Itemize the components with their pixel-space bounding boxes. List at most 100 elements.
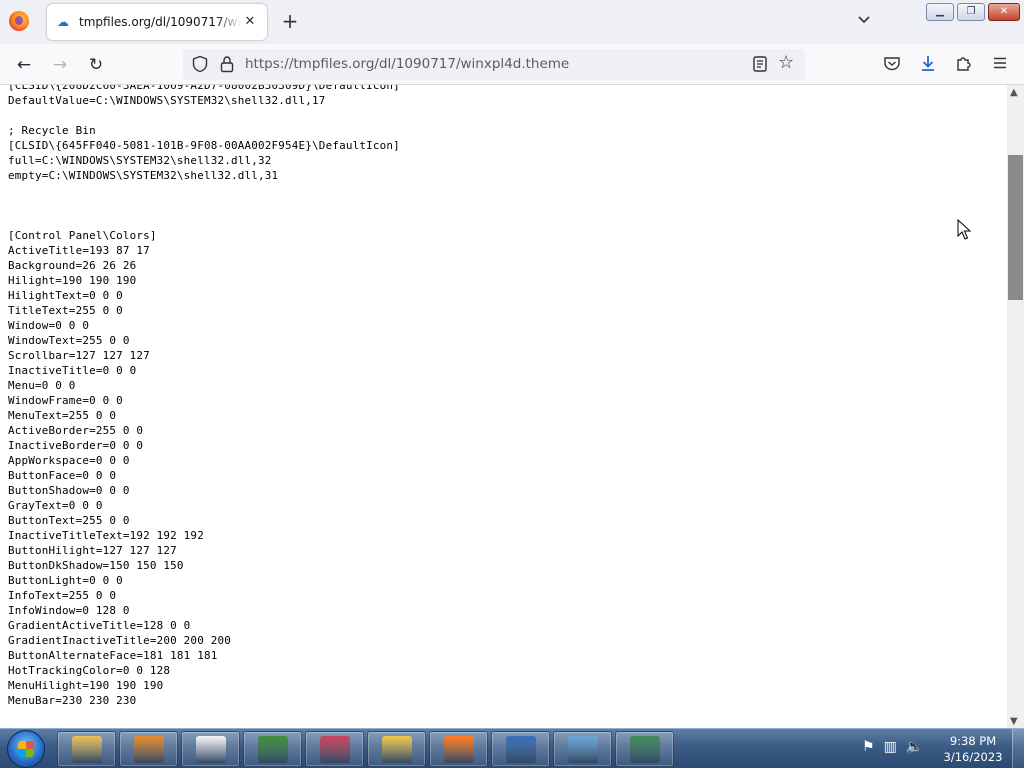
text-line: GradientActiveTitle=128 0 0: [8, 619, 191, 632]
text-line: GrayText=0 0 0: [8, 499, 103, 512]
close-tab-icon[interactable]: ✕: [241, 13, 259, 31]
tracking-protection-shield-icon[interactable]: [191, 55, 209, 73]
extensions-icon[interactable]: [953, 54, 975, 76]
navigation-toolbar: ← → ↻ https://tmpfiles.org/dl/1090717/wi…: [0, 44, 1024, 85]
show-desktop-button[interactable]: [1012, 729, 1024, 769]
reader-view-icon[interactable]: [751, 55, 769, 73]
text-line: empty=C:\WINDOWS\SYSTEM32\shell32.dll,31: [8, 169, 279, 182]
text-line: WindowText=255 0 0: [8, 334, 130, 347]
reload-button[interactable]: ↻: [84, 53, 108, 77]
taskbar-button-control-panel[interactable]: [553, 731, 612, 767]
media-player-icon: [134, 736, 164, 763]
text-line: ButtonFace=0 0 0: [8, 469, 117, 482]
url-bar[interactable]: https://tmpfiles.org/dl/1090717/winxpl4d…: [183, 49, 805, 80]
pocket-icon[interactable]: [881, 54, 903, 76]
text-line: Scrollbar=127 127 127: [8, 349, 150, 362]
text-line: full=C:\WINDOWS\SYSTEM32\shell32.dll,32: [8, 154, 272, 167]
text-line: ActiveTitle=193 87 17: [8, 244, 150, 257]
text-line: Menu=0 0 0: [8, 379, 76, 392]
tab-active[interactable]: ☁ tmpfiles.org/dl/1090717/winxpl4d.theme…: [47, 4, 267, 40]
text-line: Window=0 0 0: [8, 319, 90, 332]
download-icon[interactable]: [917, 54, 939, 76]
clock[interactable]: 9:38 PM 3/16/2023: [940, 733, 1006, 765]
plain-text-document: [CLSID\{208D2C60-3AEA-1069-A2D7-08002B30…: [8, 85, 400, 708]
text-line: ButtonShadow=0 0 0: [8, 484, 130, 497]
text-line: WindowFrame=0 0 0: [8, 394, 123, 407]
text-line: [8, 183, 400, 198]
tab-title: tmpfiles.org/dl/1090717/winxpl4d.theme: [79, 15, 241, 29]
control-panel-icon: [568, 736, 598, 763]
clock-date: 3/16/2023: [943, 750, 1003, 764]
csharp-icon: [258, 736, 288, 763]
mouse-cursor-icon: [957, 219, 971, 240]
text-line: [8, 213, 400, 228]
taskbar-button-explorer[interactable]: [57, 731, 116, 767]
text-line: ButtonAlternateFace=181 181 181: [8, 649, 218, 662]
taskbar-button-firefox[interactable]: [429, 731, 488, 767]
text-line: ButtonLight=0 0 0: [8, 574, 123, 587]
text-line: MenuBar=230 230 230: [8, 694, 137, 707]
url-text[interactable]: https://tmpfiles.org/dl/1090717/winxpl4d…: [245, 56, 569, 72]
system-tray: ⚑ ▥ 🔈: [862, 739, 923, 759]
text-line: AppWorkspace=0 0 0: [8, 454, 130, 467]
new-tab-button[interactable]: +: [279, 10, 301, 34]
close-window-button[interactable]: ✕: [988, 3, 1020, 21]
forward-button[interactable]: →: [48, 53, 72, 77]
text-line: MenuText=255 0 0: [8, 409, 117, 422]
taskbar-button-display[interactable]: [491, 731, 550, 767]
folder-icon: [72, 736, 102, 763]
monitor-icon: [506, 736, 536, 763]
text-line: InfoWindow=0 128 0: [8, 604, 130, 617]
text-line: ButtonHilight=127 127 127: [8, 544, 177, 557]
document-icon: [196, 736, 226, 763]
vertical-scrollbar[interactable]: ▲ ▼: [1007, 85, 1024, 728]
chevron-down-icon: [858, 16, 870, 24]
text-line: InactiveBorder=0 0 0: [8, 439, 144, 452]
pocket-shape: [884, 57, 900, 71]
firefox-logo-icon[interactable]: [9, 11, 29, 31]
text-line: [Control Panel\Colors]: [8, 229, 157, 242]
text-line: TitleText=255 0 0: [8, 304, 123, 317]
text-line: InfoText=255 0 0: [8, 589, 117, 602]
help-icon: [382, 736, 412, 763]
text-line: HotTrackingColor=0 0 128: [8, 664, 171, 677]
clock-time: 9:38 PM: [949, 734, 997, 748]
taskbar-button-snipping-tool[interactable]: [305, 731, 364, 767]
start-button[interactable]: [7, 730, 45, 768]
maximize-button[interactable]: ❐: [957, 3, 985, 21]
firefox-icon: [444, 736, 474, 763]
page-content: [CLSID\{208D2C60-3AEA-1069-A2D7-08002B30…: [0, 85, 1007, 728]
flag-icon[interactable]: ⚑: [862, 739, 875, 759]
taskbar-button-help[interactable]: [367, 731, 426, 767]
text-line: Background=26 26 26: [8, 259, 137, 272]
text-line: ; Recycle Bin: [8, 124, 96, 137]
scissors-icon: [320, 736, 350, 763]
scrollbar-thumb[interactable]: [1008, 155, 1023, 300]
network-icon[interactable]: ▥: [884, 739, 897, 759]
text-line: DefaultValue=C:\WINDOWS\SYSTEM32\shell32…: [8, 94, 326, 107]
text-line: MenuHilight=190 190 190: [8, 679, 164, 692]
text-line: [8, 108, 400, 123]
taskbar-button-csharp[interactable]: [243, 731, 302, 767]
text-line: HilightText=0 0 0: [8, 289, 123, 302]
minimize-button[interactable]: ▁: [926, 3, 954, 21]
text-line: [8, 198, 400, 213]
list-all-tabs-button[interactable]: [854, 12, 874, 32]
back-button[interactable]: ←: [12, 53, 36, 77]
remote-desktop-icon: [630, 736, 660, 763]
menu-icon[interactable]: [989, 54, 1011, 76]
lock-icon[interactable]: [220, 55, 234, 73]
text-line: ButtonDkShadow=150 150 150: [8, 559, 184, 572]
taskbar-button-notepad[interactable]: [181, 731, 240, 767]
taskbar-button-remote[interactable]: [615, 731, 674, 767]
taskbar-button-media-player[interactable]: [119, 731, 178, 767]
bookmark-star-icon[interactable]: ☆: [778, 53, 794, 73]
volume-icon[interactable]: 🔈: [906, 739, 923, 759]
text-line: GradientInactiveTitle=200 200 200: [8, 634, 231, 647]
text-line: [CLSID\{645FF040-5081-101B-9F08-00AA002F…: [8, 139, 400, 152]
download-arrow: [922, 56, 934, 71]
scroll-down-icon[interactable]: ▼: [1010, 716, 1018, 727]
scroll-up-icon[interactable]: ▲: [1010, 87, 1018, 98]
puzzle-shape: [957, 57, 971, 71]
taskbar: ⚑ ▥ 🔈 9:38 PM 3/16/2023: [0, 728, 1024, 769]
